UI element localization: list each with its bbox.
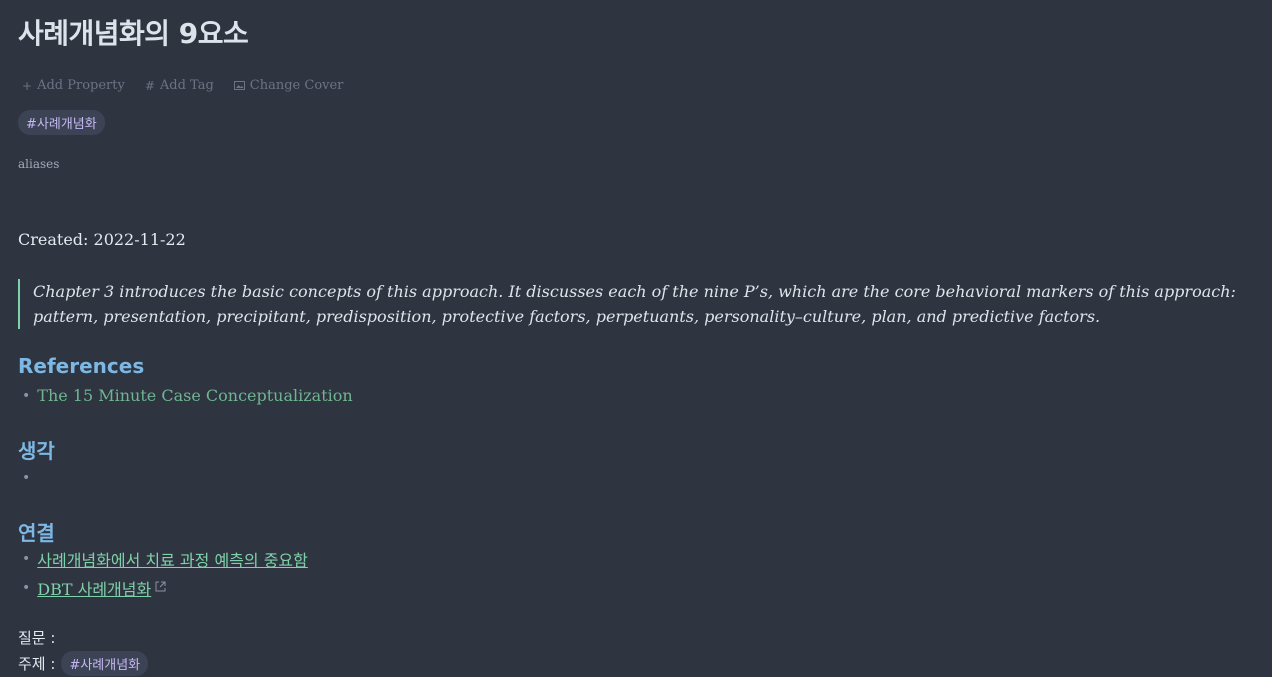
plus-icon: + xyxy=(22,78,33,93)
thoughts-heading: 생각 xyxy=(18,439,55,463)
bullet: • xyxy=(22,387,31,404)
topic-label: 주제 : xyxy=(18,655,56,673)
question-field: 질문 : xyxy=(18,627,55,648)
metadata-actions: + Add Property # Add Tag Change Cover xyxy=(22,78,343,93)
bullet: • xyxy=(22,579,31,596)
list-item: • 사례개념화에서 치료 과정 예측의 중요함 xyxy=(22,544,308,573)
add-property-label: Add Property xyxy=(37,78,125,93)
question-label: 질문 : xyxy=(18,629,56,647)
created-date: Created: 2022-11-22 xyxy=(18,230,186,249)
bullet: • xyxy=(22,550,31,567)
aliases-property[interactable]: aliases xyxy=(18,157,59,171)
page-title: 사례개념화의 9요소 xyxy=(18,17,249,50)
add-tag-button[interactable]: # Add Tag xyxy=(145,78,214,93)
topic-field: 주제 : #사례개념화 xyxy=(18,651,149,676)
summary-quote: Chapter 3 introduces the basic concepts … xyxy=(18,279,1255,329)
thoughts-list: • xyxy=(22,463,37,492)
list-item: • DBT 사례개념화 xyxy=(22,573,308,602)
add-tag-label: Add Tag xyxy=(159,78,214,93)
internal-link[interactable]: 사례개념화에서 치료 과정 예측의 중요함 xyxy=(37,547,308,571)
bullet: • xyxy=(22,469,31,486)
tag-pill[interactable]: #사례개념화 xyxy=(18,110,105,135)
change-cover-label: Change Cover xyxy=(249,78,344,93)
topic-tag-pill[interactable]: #사례개념화 xyxy=(61,651,149,676)
change-cover-button[interactable]: Change Cover xyxy=(233,78,344,93)
references-heading: References xyxy=(18,354,145,378)
connections-heading: 연결 xyxy=(18,521,55,545)
reference-link[interactable]: The 15 Minute Case Conceptualization xyxy=(37,386,352,405)
image-icon xyxy=(233,79,245,93)
internal-link[interactable]: DBT 사례개념화 xyxy=(37,576,151,600)
list-item[interactable]: • xyxy=(22,463,37,492)
hash-icon: # xyxy=(144,78,155,93)
connections-list: • 사례개념화에서 치료 과정 예측의 중요함 • DBT 사례개념화 xyxy=(22,544,308,602)
list-item: • The 15 Minute Case Conceptualization xyxy=(22,381,353,410)
external-link-icon xyxy=(155,581,166,595)
references-list: • The 15 Minute Case Conceptualization xyxy=(22,381,353,410)
add-property-button[interactable]: + Add Property xyxy=(22,78,125,93)
